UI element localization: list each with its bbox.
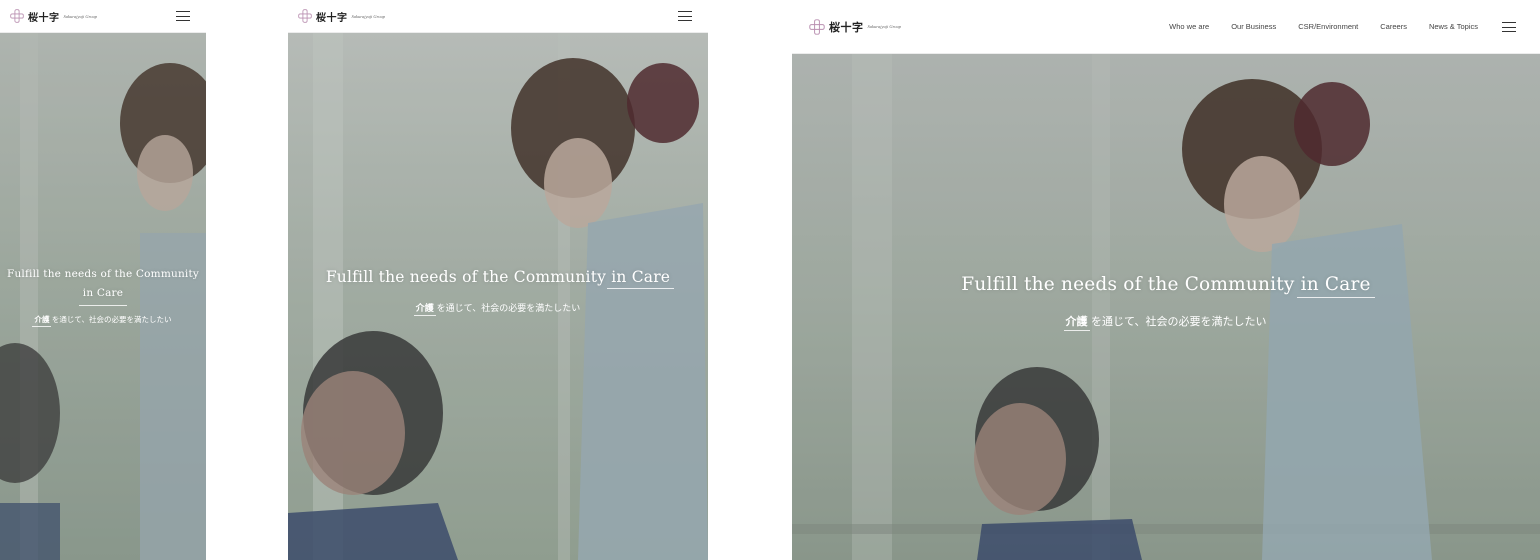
- hero-section: Fulfill the needs of the Community in Ca…: [792, 54, 1540, 560]
- hero-headline-text: Fulfill the needs of the Community: [961, 274, 1295, 295]
- hero-headline-emphasis: in Care: [78, 284, 128, 306]
- main-nav: Who we are Our Business CSR/Environment …: [1147, 22, 1478, 31]
- hamburger-menu-icon[interactable]: [176, 11, 190, 21]
- brand-name-jp: 桜十字: [829, 20, 864, 34]
- hero-section: Fulfill the needs of the Community in Ca…: [0, 33, 206, 560]
- hero-subline-emphasis: 介護: [413, 301, 436, 316]
- hero-subline-text: を通じて、社会の必要を満たしたい: [1091, 315, 1267, 328]
- site-header: 桜十字 Sakurajyuji Group: [0, 0, 206, 33]
- hamburger-menu-icon[interactable]: [678, 11, 692, 21]
- hero-headline-emphasis: in Care: [1296, 274, 1375, 298]
- site-header: 桜十字 Sakurajyuji Group Who we are Our Bus…: [792, 0, 1540, 54]
- hero-subline-emphasis: 介護: [32, 315, 52, 327]
- site-logo[interactable]: 桜十字 Sakurajyuji Group: [809, 18, 901, 35]
- nav-item-our-business[interactable]: Our Business: [1231, 22, 1276, 31]
- hero-headline: Fulfill the needs of the Community in Ca…: [0, 265, 206, 306]
- sakura-cross-logo-icon: [298, 9, 312, 23]
- brand-name-jp: 桜十字: [28, 12, 60, 24]
- hero-copy: Fulfill the needs of the Community in Ca…: [288, 268, 708, 316]
- hero-subline-emphasis: 介護: [1063, 315, 1090, 331]
- hero-headline: Fulfill the needs of the Community in Ca…: [288, 268, 708, 289]
- nav-item-news-topics[interactable]: News & Topics: [1429, 22, 1478, 31]
- hero-copy: Fulfill the needs of the Community in Ca…: [0, 265, 206, 327]
- hero-section: Fulfill the needs of the Community in Ca…: [288, 33, 708, 560]
- brand-name-en: Sakurajyuji Group: [63, 13, 97, 19]
- hero-subline: 介護 を通じて、社会の必要を満たしたい: [288, 301, 708, 316]
- hero-headline-text: Fulfill the needs of the Community: [325, 268, 607, 286]
- hamburger-menu-icon[interactable]: [1502, 22, 1516, 32]
- brand-name-jp: 桜十字: [316, 12, 348, 24]
- brand-name-en: Sakurajyuji Group: [867, 24, 901, 29]
- hero-headline-text: Fulfill the needs of the Community: [6, 268, 200, 280]
- hero-headline: Fulfill the needs of the Community in Ca…: [792, 274, 1540, 298]
- nav-item-csr-environment[interactable]: CSR/Environment: [1298, 22, 1358, 31]
- sakura-cross-logo-icon: [10, 9, 24, 23]
- brand-name-en: Sakurajyuji Group: [351, 13, 385, 19]
- tablet-preview: 桜十字 Sakurajyuji Group Fulfill the needs …: [288, 0, 708, 560]
- hero-headline-emphasis: in Care: [607, 268, 675, 289]
- nav-item-careers[interactable]: Careers: [1380, 22, 1407, 31]
- nav-item-who-we-are[interactable]: Who we are: [1169, 22, 1209, 31]
- hero-subline: 介護 を通じて、社会の必要を満たしたい: [0, 314, 206, 327]
- desktop-preview: 桜十字 Sakurajyuji Group Who we are Our Bus…: [792, 0, 1540, 560]
- site-header: 桜十字 Sakurajyuji Group: [288, 0, 708, 33]
- site-logo[interactable]: 桜十字 Sakurajyuji Group: [298, 9, 385, 24]
- site-logo[interactable]: 桜十字 Sakurajyuji Group: [10, 9, 97, 24]
- hero-subline-text: を通じて、社会の必要を満たしたい: [51, 315, 172, 324]
- hero-subline: 介護 を通じて、社会の必要を満たしたい: [792, 313, 1540, 331]
- mobile-preview: 桜十字 Sakurajyuji Group Fulfill the needs …: [0, 0, 206, 560]
- hero-copy: Fulfill the needs of the Community in Ca…: [792, 274, 1540, 331]
- sakura-cross-logo-icon: [809, 18, 825, 35]
- hero-subline-text: を通じて、社会の必要を満たしたい: [436, 304, 581, 314]
